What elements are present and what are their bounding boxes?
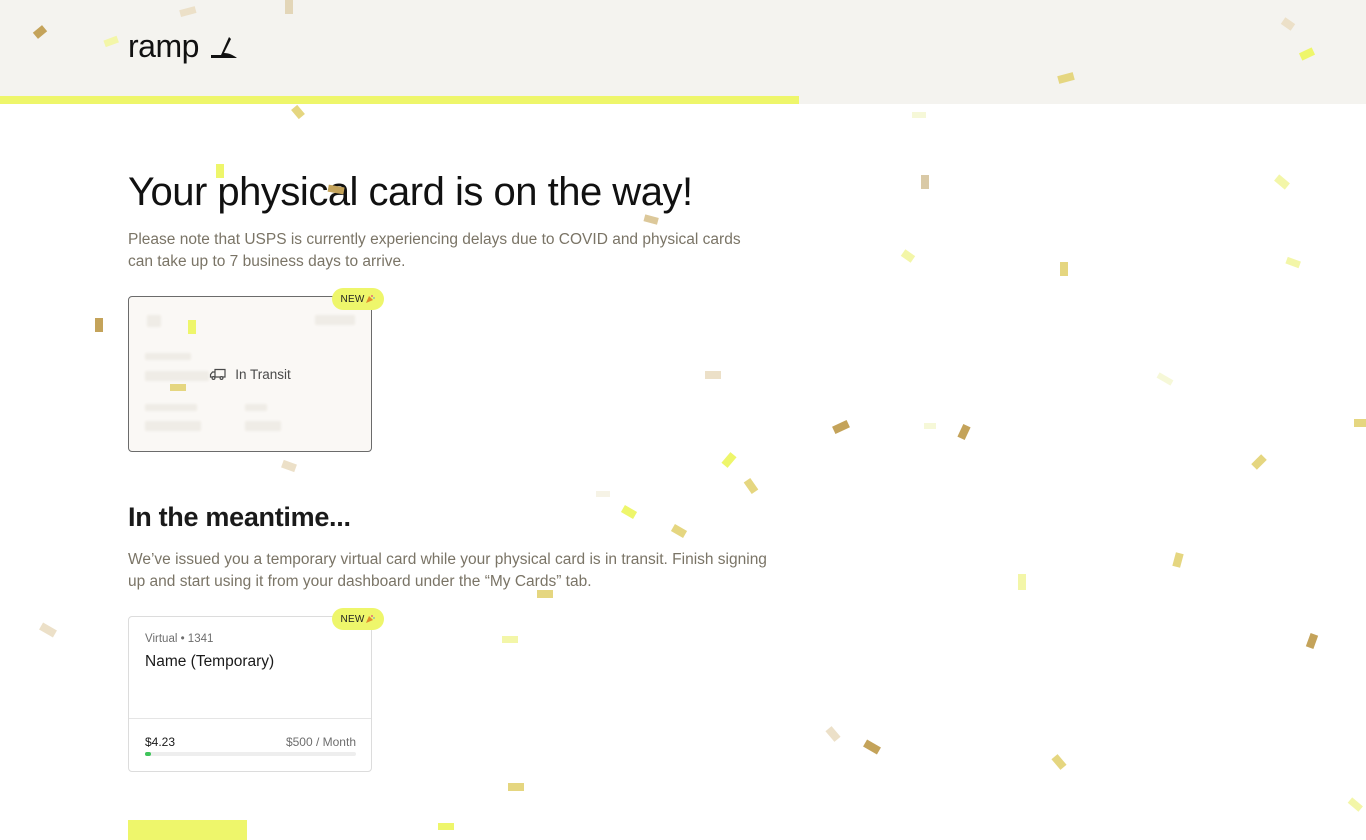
truck-icon (210, 368, 226, 381)
onboarding-progress-bar (0, 96, 1366, 104)
spend-progress-fill (145, 752, 152, 756)
ramp-logo-icon (210, 36, 237, 58)
virtual-card-meta: Virtual • 1341 (145, 633, 214, 645)
virtual-card-spent: $4.23 (145, 735, 176, 749)
spend-progress-bar (145, 752, 356, 756)
physical-card-preview: In Transit (128, 296, 372, 452)
page-title: Your physical card is on the way! (128, 170, 693, 214)
divider (129, 718, 371, 719)
ramp-logo[interactable]: ramp (128, 28, 239, 65)
meantime-body: We’ve issued you a temporary virtual car… (128, 551, 767, 590)
party-popper-icon (366, 295, 376, 303)
party-popper-icon (366, 615, 376, 623)
logo-text: ramp (128, 28, 199, 64)
progress-fill (0, 96, 800, 104)
new-badge: NEW (332, 608, 384, 630)
virtual-card[interactable]: Virtual • 1341 Name (Temporary) $4.23 $5… (128, 616, 372, 772)
transit-status: In Transit (129, 297, 371, 451)
virtual-card-limit: $500 / Month (285, 735, 356, 749)
transit-status-label: In Transit (235, 366, 291, 382)
virtual-card-name: Name (Temporary) (145, 653, 275, 670)
continue-button[interactable] (128, 820, 247, 840)
new-badge-label: NEW (340, 613, 365, 625)
new-badge: NEW (332, 288, 384, 310)
meantime-heading: In the meantime... (128, 502, 351, 532)
page-subtitle: Please note that USPS is currently exper… (128, 231, 741, 270)
header: ramp (0, 0, 1366, 96)
new-badge-label: NEW (340, 293, 365, 305)
